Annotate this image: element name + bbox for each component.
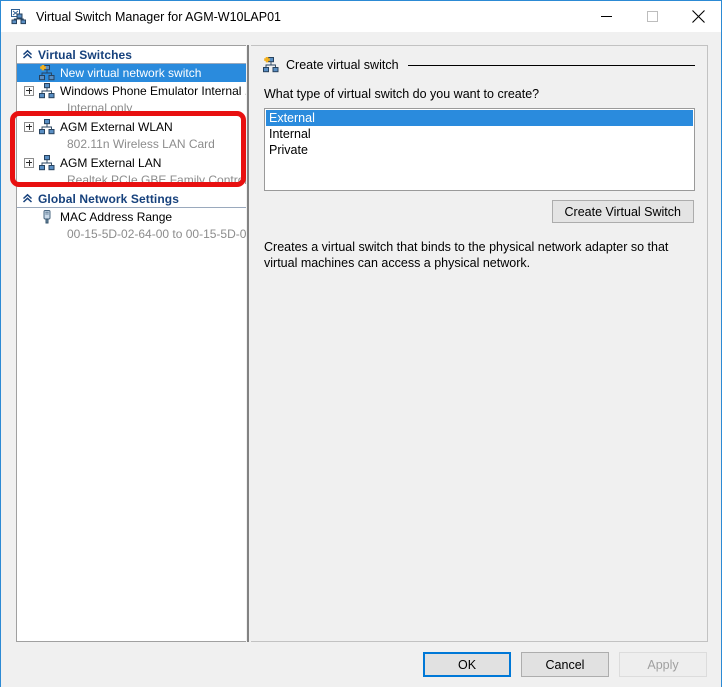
tree-item-sublabel: 802.11n Wireless LAN Card xyxy=(67,137,215,151)
chevron-up-icon xyxy=(22,49,33,60)
tree-item-new-virtual-network-switch[interactable]: New virtual network switch xyxy=(17,64,246,82)
new-virtual-switch-icon xyxy=(263,56,279,73)
chevron-up-icon xyxy=(22,193,33,204)
apply-button: Apply xyxy=(619,652,707,677)
tree-item-windows-phone-emulator-internal[interactable]: Windows Phone Emulator Internal ... xyxy=(17,82,246,100)
window-controls xyxy=(583,1,721,32)
expander-icon[interactable] xyxy=(24,121,35,133)
tree-item-label: AGM External LAN xyxy=(60,156,162,170)
expander-icon[interactable] xyxy=(24,85,35,97)
expander-icon[interactable] xyxy=(24,157,35,169)
create-virtual-switch-panel: Create virtual switch What type of virtu… xyxy=(251,45,708,642)
tree-item-sublabel: Internal only xyxy=(67,101,133,115)
virtual-switch-icon xyxy=(39,155,55,171)
maximize-icon[interactable] xyxy=(629,1,675,32)
tree-item-agm-external-lan[interactable]: AGM External LAN xyxy=(17,154,246,172)
tree-item-label: New virtual network switch xyxy=(60,66,202,80)
panel-header: Create virtual switch xyxy=(263,56,695,73)
tree-item-sublabel: Realtek PCIe GBE Family Controller xyxy=(67,173,246,187)
new-virtual-switch-icon xyxy=(39,64,55,81)
navigation-tree-panel[interactable]: Virtual Switches New virtual network swi… xyxy=(16,45,246,642)
tree-item-mac-address-range[interactable]: MAC Address Range xyxy=(17,208,246,226)
tree-item-agm-external-wlan[interactable]: AGM External WLAN xyxy=(17,118,246,136)
panel-header-title: Create virtual switch xyxy=(286,58,399,72)
tree-group-label: Global Network Settings xyxy=(38,191,179,206)
virtual-switch-manager-window: Virtual Switch Manager for AGM-W10LAP01 xyxy=(0,0,722,687)
tree-group-label: Virtual Switches xyxy=(38,47,133,62)
close-icon[interactable] xyxy=(675,1,721,32)
title-bar: Virtual Switch Manager for AGM-W10LAP01 xyxy=(1,1,721,32)
dialog-button-bar: OK Cancel Apply xyxy=(1,644,721,687)
virtual-switch-tree[interactable]: Virtual Switches New virtual network swi… xyxy=(17,46,246,244)
tree-group-header-global-network-settings[interactable]: Global Network Settings xyxy=(17,190,246,208)
tree-item-label: MAC Address Range xyxy=(60,210,173,224)
ok-button[interactable]: OK xyxy=(423,652,511,677)
tree-item-label: Windows Phone Emulator Internal ... xyxy=(60,84,246,98)
window-title: Virtual Switch Manager for AGM-W10LAP01 xyxy=(36,9,282,24)
switch-type-description: Creates a virtual switch that binds to t… xyxy=(264,240,669,270)
listbox-option-external[interactable]: External xyxy=(266,110,693,126)
header-divider xyxy=(407,64,695,66)
switch-type-listbox[interactable]: External Internal Private xyxy=(264,108,695,191)
listbox-option-internal[interactable]: Internal xyxy=(266,126,693,142)
tree-group-header-virtual-switches[interactable]: Virtual Switches xyxy=(17,46,246,64)
create-button-row: Create Virtual Switch xyxy=(251,200,694,223)
create-virtual-switch-button[interactable]: Create Virtual Switch xyxy=(551,200,694,223)
tree-item-sublabel: 00-15-5D-02-64-00 to 00-15-5D-0... xyxy=(67,227,246,241)
tree-item-label: AGM External WLAN xyxy=(60,120,173,134)
virtual-switch-icon xyxy=(39,119,55,135)
virtual-switch-icon xyxy=(39,83,55,99)
switch-type-question: What type of virtual switch do you want … xyxy=(264,87,540,101)
cancel-button[interactable]: Cancel xyxy=(521,652,609,677)
mac-address-icon xyxy=(39,209,55,225)
listbox-option-private[interactable]: Private xyxy=(266,142,693,158)
minimize-icon[interactable] xyxy=(583,1,629,32)
virtual-switch-icon xyxy=(11,8,27,25)
